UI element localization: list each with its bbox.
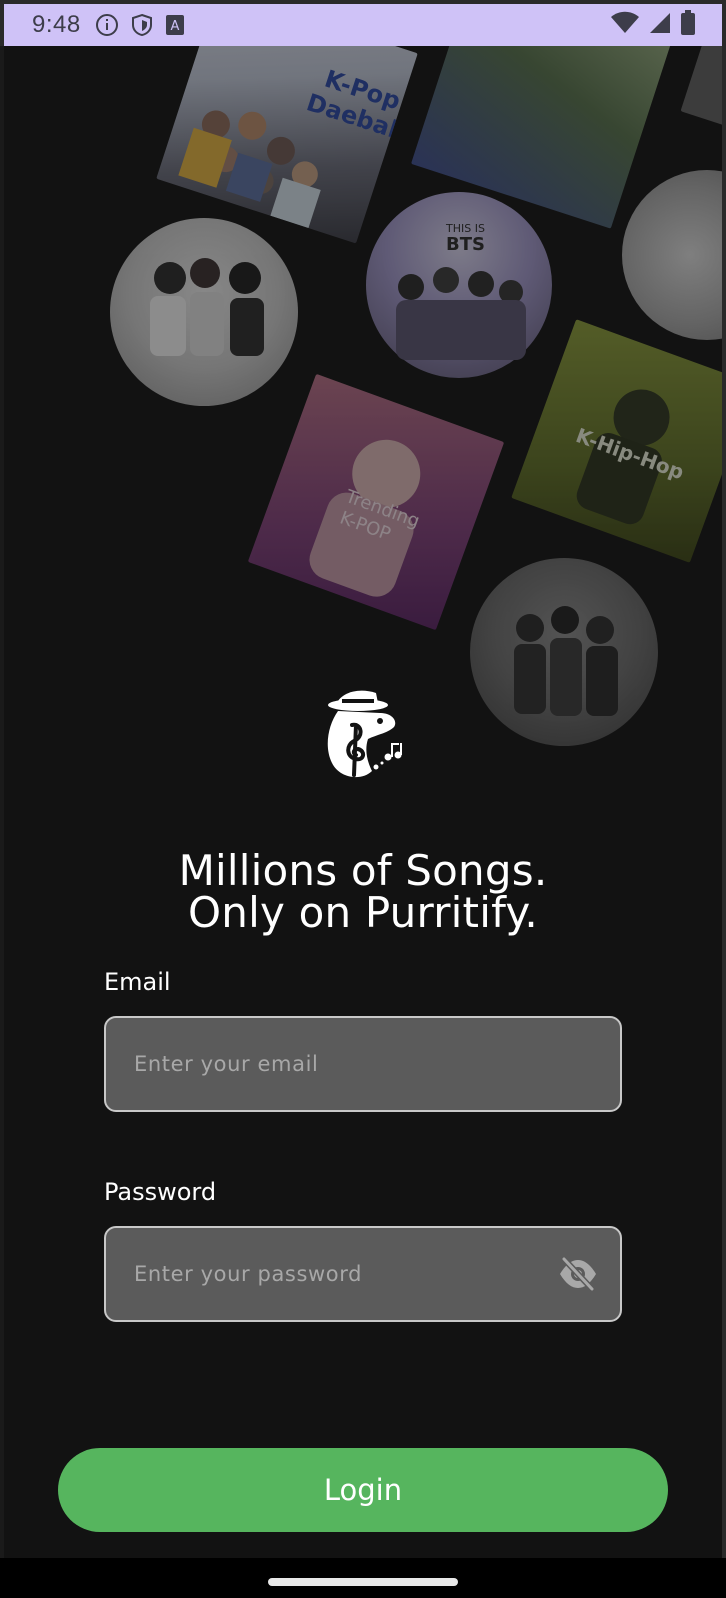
headline: Millions of Songs. Only on Purritify. bbox=[0, 850, 726, 934]
status-time: 9:48 bbox=[32, 11, 81, 38]
headline-line-2: Only on Purritify. bbox=[188, 888, 538, 937]
email-input[interactable] bbox=[132, 1051, 598, 1077]
status-bar: 9:48 A bbox=[0, 0, 726, 46]
battery-icon bbox=[680, 9, 696, 41]
artist-circle-bts: THIS IS BTS bbox=[366, 192, 552, 378]
password-field[interactable] bbox=[104, 1226, 622, 1322]
album-collage: K-Pop Daebak THIS IS BTS K-Hip-Hop Trend… bbox=[4, 46, 722, 766]
info-icon bbox=[95, 13, 119, 37]
artist-circle-right-edge bbox=[622, 170, 722, 340]
artist-circle-bottom bbox=[470, 558, 658, 746]
home-indicator[interactable] bbox=[268, 1578, 458, 1586]
playlist-trending-kpop: Trending K-POP bbox=[247, 373, 505, 631]
login-screen: 9:48 A K-Pop Daebak THIS IS BTS K-Hip-Ho… bbox=[0, 0, 726, 1598]
password-input[interactable] bbox=[132, 1261, 558, 1287]
cell-signal-icon bbox=[648, 11, 672, 40]
wifi-icon bbox=[610, 11, 640, 40]
svg-text:BTS: BTS bbox=[446, 234, 485, 255]
shield-icon bbox=[131, 13, 153, 37]
cat-music-logo-icon bbox=[318, 685, 410, 785]
email-field[interactable] bbox=[104, 1016, 622, 1112]
font-a-icon: A bbox=[165, 14, 185, 36]
status-right-icons bbox=[610, 9, 696, 41]
svg-text:A: A bbox=[170, 19, 179, 34]
password-label: Password bbox=[104, 1178, 217, 1206]
email-label: Email bbox=[104, 968, 171, 996]
navigation-bar bbox=[0, 1558, 726, 1598]
eye-off-icon[interactable] bbox=[558, 1256, 598, 1292]
headline-line-1: Millions of Songs. bbox=[178, 846, 548, 895]
screen-edge-right bbox=[722, 46, 726, 1558]
artist-circle-girl-group bbox=[110, 218, 298, 406]
login-button[interactable]: Login bbox=[58, 1448, 668, 1532]
album-art-top-right bbox=[680, 46, 722, 136]
